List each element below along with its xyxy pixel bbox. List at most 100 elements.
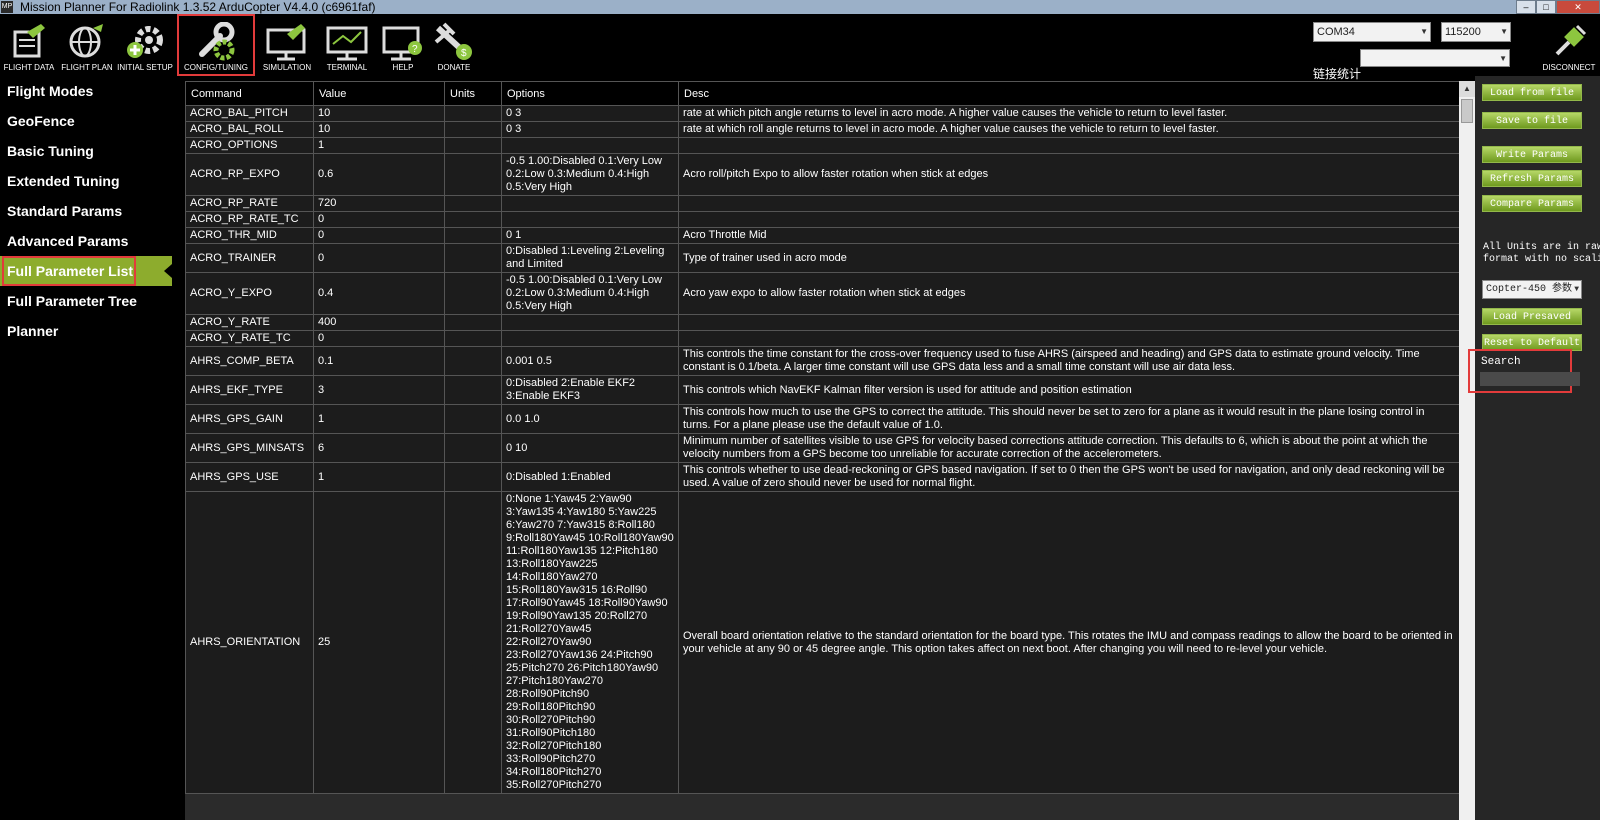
sidebar-item-extended-tuning[interactable]: Extended Tuning [0, 166, 172, 196]
minimize-button[interactable]: – [1516, 0, 1536, 14]
param-value-cell[interactable]: 0.1 [313, 346, 445, 376]
scroll-up-icon[interactable]: ▲ [1459, 81, 1475, 97]
help-icon: ? [382, 26, 422, 61]
disconnect-button[interactable]: DISCONNECT [1540, 14, 1598, 76]
preset-select[interactable]: Copter-450 参数 ▼ [1482, 280, 1582, 299]
column-header-command[interactable]: Command [185, 81, 314, 106]
sidebar-item-standard-params[interactable]: Standard Params [0, 196, 172, 226]
save-to-file-button[interactable]: Save to file [1482, 112, 1582, 129]
maximize-button[interactable]: □ [1536, 0, 1556, 14]
param-value-cell[interactable]: 0 [313, 211, 445, 228]
param-name-cell: AHRS_GPS_USE [185, 462, 314, 492]
param-value-cell[interactable]: 0.6 [313, 153, 445, 196]
param-units-cell [444, 272, 502, 315]
param-desc-cell: This controls which NavEKF Kalman filter… [678, 375, 1459, 405]
param-name-cell: ACRO_BAL_ROLL [185, 121, 314, 138]
simulation-button[interactable]: SIMULATION [258, 14, 316, 76]
param-value-cell[interactable]: 0.4 [313, 272, 445, 315]
table-row[interactable]: AHRS_GPS_USE 1 0:Disabled 1:Enabled This co… [185, 462, 1459, 492]
sidebar-item-full-parameter-tree[interactable]: Full Parameter Tree [0, 286, 172, 316]
flight-data-button[interactable]: FLIGHT DATA [0, 14, 58, 76]
sidebar-item-geofence[interactable]: GeoFence [0, 106, 172, 136]
initial-setup-label: INITIAL SETUP [117, 63, 173, 72]
table-row[interactable]: ACRO_BAL_PITCH 10 0 3 rate at which pitch a… [185, 105, 1459, 122]
scroll-thumb[interactable] [1461, 99, 1473, 123]
param-value-cell[interactable]: 10 [313, 121, 445, 138]
param-options-cell: 0 3 [501, 121, 679, 138]
column-header-value[interactable]: Value [313, 81, 445, 106]
port-select[interactable]: COM34 ▼ [1313, 22, 1431, 42]
load-presaved-button[interactable]: Load Presaved [1482, 308, 1582, 325]
table-row[interactable]: AHRS_GPS_MINSATS 6 0 10 Minimum number of s… [185, 433, 1459, 463]
param-desc-cell: Type of trainer used in acro mode [678, 243, 1459, 273]
link-stats-label[interactable]: 链接统计 [1313, 65, 1361, 82]
param-options-cell: 0 3 [501, 105, 679, 122]
table-row[interactable]: ACRO_Y_RATE 400 [185, 314, 1459, 331]
table-row[interactable]: ACRO_Y_RATE_TC 0 [185, 330, 1459, 347]
param-value-cell[interactable]: 10 [313, 105, 445, 122]
param-value-cell[interactable]: 0 [313, 243, 445, 273]
param-value-cell[interactable]: 720 [313, 195, 445, 212]
grid-scrollbar[interactable]: ▲ [1459, 81, 1475, 820]
param-value-cell[interactable]: 1 [313, 137, 445, 154]
param-value-cell[interactable]: 0 [313, 227, 445, 244]
param-value-cell[interactable]: 3 [313, 375, 445, 405]
sidebar-item-basic-tuning[interactable]: Basic Tuning [0, 136, 172, 166]
sidebar-item-advanced-params[interactable]: Advanced Params [0, 226, 172, 256]
param-value-cell[interactable]: 1 [313, 462, 445, 492]
flight-data-icon [13, 24, 45, 58]
param-options-cell: -0.5 1.00:Disabled 0.1:Very Low 0.2:Low … [501, 153, 679, 196]
table-row[interactable]: AHRS_EKF_TYPE 3 0:Disabled 2:Enable EKF2 3… [185, 375, 1459, 405]
table-row[interactable]: AHRS_ORIENTATION 25 0:None 1:Yaw45 2:Yaw90… [185, 491, 1459, 794]
param-value-cell[interactable]: 1 [313, 404, 445, 434]
column-header-options[interactable]: Options [501, 81, 679, 106]
param-value-cell[interactable]: 0 [313, 330, 445, 347]
donate-button[interactable]: $ DONATE [425, 14, 483, 76]
write-params-button[interactable]: Write Params [1482, 146, 1582, 163]
initial-setup-button[interactable]: INITIAL SETUP [116, 14, 174, 76]
param-options-cell [501, 195, 679, 212]
baud-select[interactable]: 115200 ▼ [1441, 22, 1511, 42]
param-value-cell[interactable]: 6 [313, 433, 445, 463]
table-row[interactable]: ACRO_THR_MID 0 0 1 Acro Throttle Mid [185, 227, 1459, 244]
param-name-cell: ACRO_Y_EXPO [185, 272, 314, 315]
param-name-cell: ACRO_Y_RATE [185, 314, 314, 331]
sidebar-item-full-parameter-list[interactable]: Full Parameter List [0, 256, 172, 286]
column-header-units[interactable]: Units [444, 81, 502, 106]
table-row[interactable]: ACRO_Y_EXPO 0.4 -0.5 1.00:Disabled 0.1:Ver… [185, 272, 1459, 315]
table-row[interactable]: ACRO_RP_RATE_TC 0 [185, 211, 1459, 228]
sidebar-item-flight-modes[interactable]: Flight Modes [0, 76, 172, 106]
search-input[interactable] [1480, 372, 1580, 386]
param-desc-cell: Acro roll/pitch Expo to allow faster rot… [678, 153, 1459, 196]
param-name-cell: AHRS_GPS_GAIN [185, 404, 314, 434]
param-desc-cell: Acro Throttle Mid [678, 227, 1459, 244]
param-value-cell[interactable]: 25 [313, 491, 445, 794]
main-toolbar: FLIGHT DATA FLIGHT PLAN INITIAL SETUP CO… [0, 14, 1600, 81]
param-name-cell: ACRO_RP_EXPO [185, 153, 314, 196]
load-from-file-button[interactable]: Load from file [1482, 84, 1582, 101]
param-value-cell[interactable]: 400 [313, 314, 445, 331]
link-select[interactable]: ▼ [1360, 49, 1510, 67]
sidebar-item-planner[interactable]: Planner [0, 316, 172, 346]
parameter-table: Command Value Units Options Desc ACRO_BA… [185, 81, 1459, 794]
param-name-cell: ACRO_TRAINER [185, 243, 314, 273]
disconnect-label: DISCONNECT [1542, 63, 1596, 72]
flight-plan-button[interactable]: FLIGHT PLAN [58, 14, 116, 76]
table-row[interactable]: ACRO_OPTIONS 1 [185, 137, 1459, 154]
param-units-cell [444, 105, 502, 122]
column-header-desc[interactable]: Desc [678, 81, 1459, 106]
table-row[interactable]: ACRO_RP_RATE 720 [185, 195, 1459, 212]
param-name-cell: ACRO_OPTIONS [185, 137, 314, 154]
table-row[interactable]: AHRS_GPS_GAIN 1 0.0 1.0 This controls how m… [185, 404, 1459, 434]
table-row[interactable]: AHRS_COMP_BETA 0.1 0.001 0.5 This controls … [185, 346, 1459, 376]
config-tuning-button[interactable]: CONFIG/TUNING [177, 14, 255, 76]
compare-params-button[interactable]: Compare Params [1482, 195, 1582, 212]
title-bar: MP Mission Planner For Radiolink 1.3.52 … [0, 0, 1600, 14]
table-row[interactable]: ACRO_RP_EXPO 0.6 -0.5 1.00:Disabled 0.1:Ve… [185, 153, 1459, 196]
refresh-params-button[interactable]: Refresh Params [1482, 170, 1582, 187]
table-row[interactable]: ACRO_BAL_ROLL 10 0 3 rate at which roll ang… [185, 121, 1459, 138]
table-row[interactable]: ACRO_TRAINER 0 0:Disabled 1:Leveling 2:Lev… [185, 243, 1459, 273]
param-units-cell [444, 346, 502, 376]
param-name-cell: AHRS_COMP_BETA [185, 346, 314, 376]
close-button[interactable]: ✕ [1556, 0, 1600, 14]
